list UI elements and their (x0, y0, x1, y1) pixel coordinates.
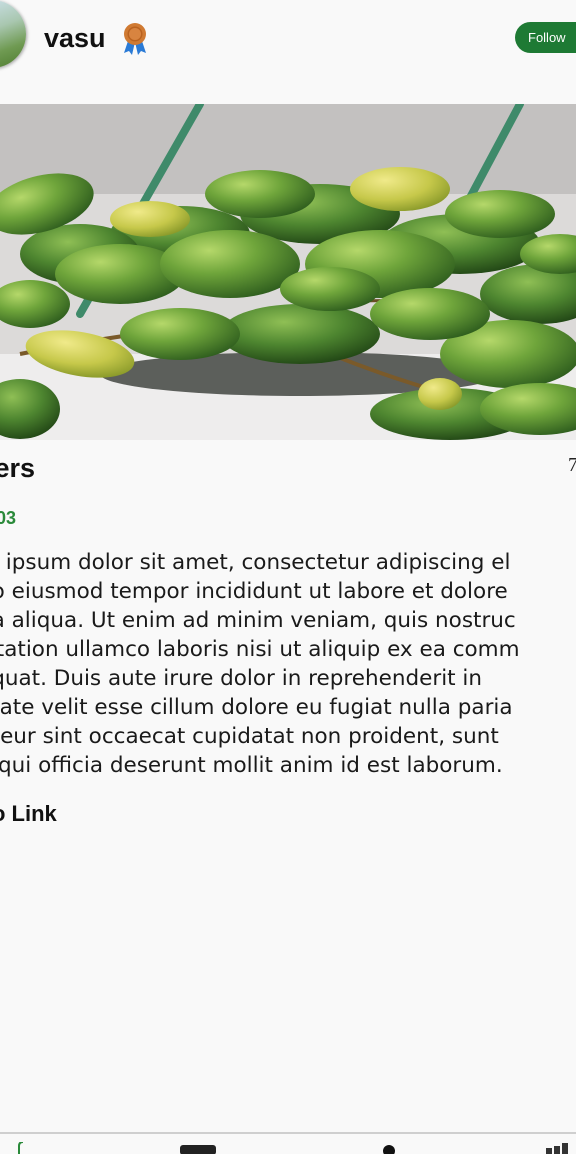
plant-icon[interactable] (12, 1142, 26, 1154)
post-body-line: otate velit esse cillum dolore eu fugiat… (0, 695, 513, 720)
username[interactable]: vasu (44, 18, 106, 58)
post-body-line: do eiusmod tempor incididunt ut labore e… (0, 579, 508, 604)
post-body-line: citation ullamco laboris nisi ut aliquip… (0, 637, 520, 662)
follow-button[interactable]: Follow (515, 22, 576, 53)
post-body: m ipsum dolor sit amet, consectetur adip… (0, 548, 576, 780)
post-body-line: equat. Duis aute irure dolor in reprehen… (0, 666, 483, 691)
profile-icon[interactable] (382, 1144, 396, 1154)
post-body-line: a qui officia deserunt mollit anim id es… (0, 753, 503, 778)
post-link[interactable]: o Link (0, 800, 57, 828)
bottom-nav (0, 1132, 576, 1154)
avatar[interactable] (0, 0, 26, 68)
garden-icon[interactable] (546, 1143, 572, 1154)
post-title: hers (0, 453, 36, 483)
card-icon[interactable] (180, 1145, 216, 1154)
post-body-line: na aliqua. Ut enim ad minim veniam, quis… (0, 608, 516, 633)
post-date: 3-03 (0, 508, 17, 528)
award-ribbon-icon (124, 23, 146, 55)
post-body-line: m ipsum dolor sit amet, consectetur adip… (0, 550, 511, 575)
post-image (0, 104, 576, 440)
post-count: 7 (568, 454, 576, 476)
plant-photo (0, 104, 576, 440)
post-body-line: pteur sint occaecat cupidatat non proide… (0, 724, 499, 749)
post-header: vasu Follow (0, 0, 576, 100)
